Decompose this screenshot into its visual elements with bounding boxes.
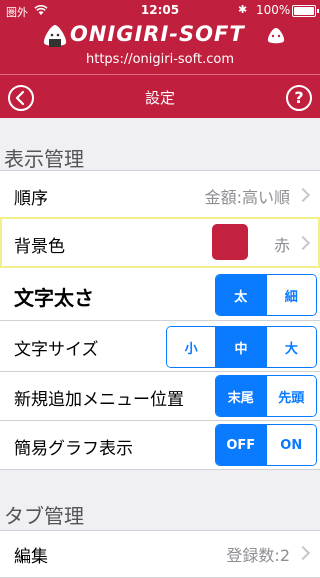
page-title: 設定 bbox=[144, 89, 175, 107]
row-value: 登録数:2 bbox=[226, 546, 290, 565]
chevron-right-icon bbox=[295, 235, 311, 251]
bluetooth-icon: ✱ bbox=[238, 3, 248, 16]
section-header-display: 表示管理 bbox=[4, 147, 84, 171]
row-order[interactable]: 順序 金額:高い順 bbox=[0, 170, 320, 218]
battery-icon bbox=[292, 5, 319, 17]
segment-option[interactable]: 小 bbox=[167, 327, 216, 367]
onigiri-tail-icon bbox=[267, 28, 285, 44]
battery-percent: 100% bbox=[256, 3, 291, 17]
help-button[interactable]: ? bbox=[286, 85, 312, 111]
segment-option[interactable]: 細 bbox=[265, 275, 316, 315]
bold-segmented-control: 太 細 bbox=[215, 274, 317, 316]
row-label: 文字サイズ bbox=[14, 340, 99, 360]
chevron-right-icon bbox=[295, 187, 311, 203]
brand-logo: ONIGIRI-SOFT bbox=[0, 22, 320, 50]
segment-option[interactable]: 末尾 bbox=[216, 376, 266, 416]
segment-option[interactable]: 太 bbox=[216, 275, 266, 315]
status-bar: 圏外 12:05 ✱ 100% bbox=[0, 0, 320, 20]
row-position: 新規追加メニュー位置 末尾 先頭 bbox=[0, 372, 320, 421]
segment-option[interactable]: 中 bbox=[215, 327, 266, 367]
row-label: 文字太さ bbox=[14, 286, 94, 310]
row-label: 背景色 bbox=[14, 237, 65, 257]
segment-option[interactable]: ON bbox=[265, 425, 316, 465]
chevron-right-icon bbox=[295, 545, 311, 561]
color-swatch bbox=[212, 224, 248, 260]
row-graph: 簡易グラフ表示 OFF ON bbox=[0, 421, 320, 470]
row-value: 金額:高い順 bbox=[204, 188, 290, 207]
segment-option[interactable]: 先頭 bbox=[265, 376, 316, 416]
segment-option[interactable]: OFF bbox=[216, 425, 266, 465]
site-url: https://onigiri-soft.com bbox=[86, 52, 234, 67]
row-value: 赤 bbox=[273, 236, 290, 255]
row-edit[interactable]: 編集 登録数:2 bbox=[0, 530, 320, 578]
app-header: 圏外 12:05 ✱ 100% ONIGIRI-SOFT https://oni… bbox=[0, 0, 320, 118]
nav-bar: 設定 ? bbox=[0, 74, 320, 119]
question-icon: ? bbox=[294, 88, 304, 107]
row-bgcolor[interactable]: 背景色 赤 bbox=[0, 217, 320, 268]
row-size: 文字サイズ 小 中 大 bbox=[0, 321, 320, 372]
row-bold: 文字太さ 太 細 bbox=[0, 268, 320, 321]
size-segmented-control: 小 中 大 bbox=[166, 326, 317, 368]
logo-text: ONIGIRI-SOFT bbox=[70, 22, 245, 46]
onigiri-icon bbox=[43, 25, 67, 47]
section-header-tabs: タブ管理 bbox=[4, 504, 84, 528]
row-label: 新規追加メニュー位置 bbox=[14, 390, 184, 410]
row-label: 編集 bbox=[14, 547, 48, 567]
graph-segmented-control: OFF ON bbox=[215, 424, 317, 466]
row-label: 簡易グラフ表示 bbox=[14, 439, 133, 459]
segment-option[interactable]: 大 bbox=[265, 327, 316, 367]
row-label: 順序 bbox=[14, 189, 48, 209]
position-segmented-control: 末尾 先頭 bbox=[215, 375, 317, 417]
